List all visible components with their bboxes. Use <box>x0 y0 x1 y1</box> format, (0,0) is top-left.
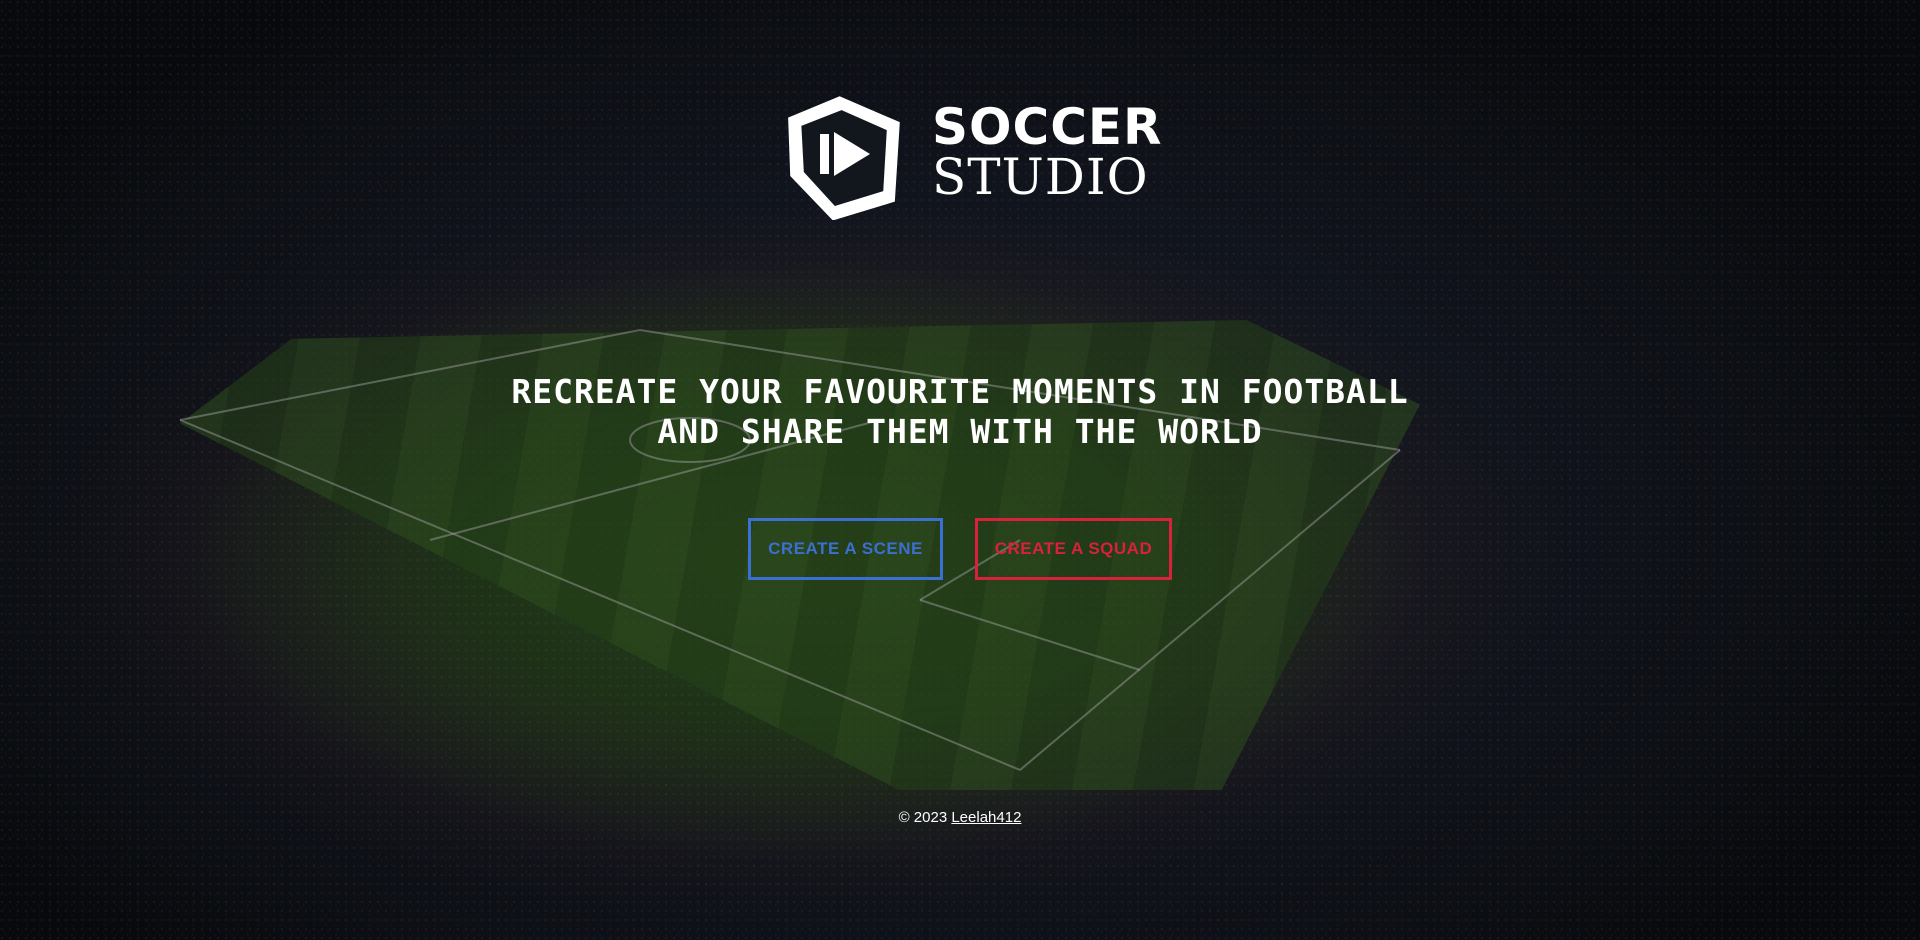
author-link[interactable]: Leelah412 <box>951 809 1021 826</box>
tagline-line-2: AND SHARE THEM WITH THE WORLD <box>657 412 1263 451</box>
logo-wordmark-studio: STUDIO <box>932 148 1149 206</box>
footer: © 2023 Leelah412 <box>760 809 1160 826</box>
create-squad-button[interactable]: CREATE A SQUAD <box>975 518 1172 580</box>
hero-tagline: RECREATE YOUR FAVOURITE MOMENTS IN FOOTB… <box>460 372 1460 452</box>
play-pentagon-icon <box>788 96 900 220</box>
create-scene-button[interactable]: CREATE A SCENE <box>748 518 943 580</box>
logo-wordmark-soccer: SOCCER <box>932 98 1163 156</box>
copyright-text: © 2023 <box>898 809 948 826</box>
tagline-line-1: RECREATE YOUR FAVOURITE MOMENTS IN FOOTB… <box>511 372 1409 411</box>
site-logo: SOCCER STUDIO <box>784 90 1162 220</box>
landing-page: SOCCER STUDIO RECREATE YOUR FAVOURITE MO… <box>0 0 1920 940</box>
hero-content: SOCCER STUDIO RECREATE YOUR FAVOURITE MO… <box>0 0 1920 940</box>
